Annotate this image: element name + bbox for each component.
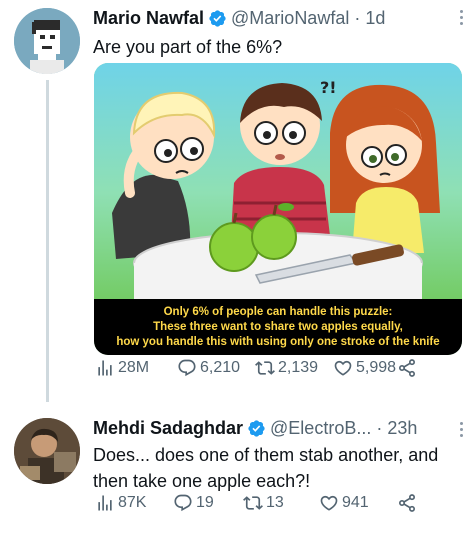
like-count: 941 <box>342 494 369 511</box>
timestamp[interactable]: 23h <box>387 418 417 439</box>
author-handle[interactable]: @MarioNawfal <box>231 8 349 29</box>
tweet-header: Mario Nawfal @MarioNawfal · 1d <box>93 6 385 30</box>
author-handle[interactable]: @ElectroB... <box>270 418 371 439</box>
caption-line-1: Only 6% of people can handle this puzzle… <box>163 305 393 318</box>
share-button[interactable] <box>397 358 420 378</box>
verified-badge-icon <box>247 419 266 438</box>
separator-dot: · <box>354 7 361 28</box>
share-icon <box>399 359 415 377</box>
retweet-icon <box>243 496 263 510</box>
views-button[interactable]: 28M <box>95 358 149 378</box>
reply-button[interactable]: 6,210 <box>177 358 240 378</box>
thread-line <box>46 80 49 402</box>
like-count: 5,998 <box>356 359 397 376</box>
retweet-icon <box>255 361 275 375</box>
views-count: 87K <box>118 494 147 511</box>
views-icon <box>98 495 112 511</box>
like-button[interactable]: 5,998 <box>333 358 396 378</box>
caption-line-2: These three want to share two apples equ… <box>153 320 403 333</box>
retweet-count: 13 <box>266 494 284 511</box>
reply-count: 6,210 <box>200 359 241 376</box>
caption-line-3: how you handle this with using only one … <box>116 335 440 348</box>
avatar-mario[interactable] <box>14 8 80 74</box>
like-button[interactable]: 941 <box>319 493 369 513</box>
avatar-mehdi[interactable] <box>14 418 80 484</box>
retweet-button[interactable]: 13 <box>243 493 284 513</box>
verified-badge-icon <box>208 9 227 28</box>
separator-dot: · <box>376 417 383 438</box>
author-name[interactable]: Mario Nawfal <box>93 8 204 29</box>
more-icon[interactable] <box>460 422 464 437</box>
tweet-mario[interactable]: Mario Nawfal @MarioNawfal · 1d Are you p… <box>0 0 474 402</box>
views-icon <box>98 360 112 376</box>
puzzle-illustration: ?! <box>94 63 462 299</box>
tweet-media[interactable]: ?! Only 6% of people can handle this puz… <box>94 63 462 355</box>
media-caption: Only 6% of people can handle this puzzle… <box>94 299 462 355</box>
like-icon <box>334 360 352 376</box>
share-icon <box>399 494 415 512</box>
share-button[interactable] <box>397 493 420 513</box>
views-button[interactable]: 87K <box>95 493 146 513</box>
retweet-count: 2,139 <box>278 359 319 376</box>
tweet-text: Are you part of the 6%? <box>93 37 283 57</box>
reply-icon <box>174 494 192 512</box>
tweet-text: Does... does one of them stab another, a… <box>93 445 439 491</box>
tweet-header: Mehdi Sadaghdar @ElectroB... · 23h <box>93 416 417 440</box>
thought-marks: ?! <box>320 78 337 97</box>
like-icon <box>320 495 338 511</box>
timestamp[interactable]: 1d <box>365 8 385 29</box>
reply-count: 19 <box>196 494 214 511</box>
views-count: 28M <box>118 359 150 376</box>
author-name[interactable]: Mehdi Sadaghdar <box>93 418 243 439</box>
reply-icon <box>178 359 196 377</box>
retweet-button[interactable]: 2,139 <box>255 358 318 378</box>
more-icon[interactable] <box>460 10 464 25</box>
tweet-mehdi[interactable]: Mehdi Sadaghdar @ElectroB... · 23h Does.… <box>0 402 474 535</box>
reply-button[interactable]: 19 <box>173 493 214 513</box>
